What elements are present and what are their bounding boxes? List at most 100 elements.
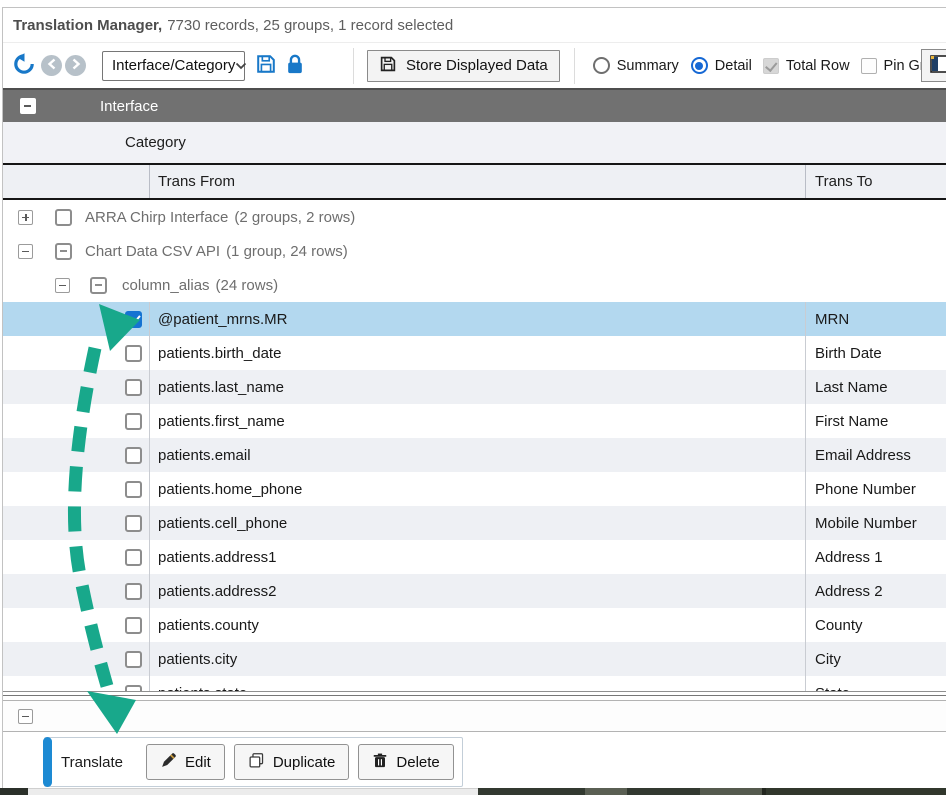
trans-to-cell: MRN [806, 302, 946, 336]
group-checkbox-indeterminate[interactable] [55, 243, 72, 260]
trans-to-cell: Address 2 [806, 574, 946, 608]
trash-icon [372, 752, 388, 773]
column-layout-icon [930, 55, 946, 76]
taskbar-segment [766, 788, 946, 795]
trans-to-column-header[interactable]: Trans To [806, 165, 946, 198]
trans-to-cell: Email Address [806, 438, 946, 472]
trans-to-header-label: Trans To [815, 173, 873, 190]
table-row[interactable]: patients.birth_date Birth Date [3, 336, 946, 370]
table-row[interactable]: patients.city City [3, 642, 946, 676]
group-meta: (1 group, 24 rows) [226, 243, 348, 260]
table-row[interactable]: patients.address1 Address 1 [3, 540, 946, 574]
table-row[interactable]: patients.last_name Last Name [3, 370, 946, 404]
trans-from-cell: patients.email [150, 438, 806, 472]
category-header-label: Category [125, 134, 186, 151]
trans-from-cell: @patient_mrns.MR [150, 302, 806, 336]
table-row[interactable]: patients.home_phone Phone Number [3, 472, 946, 506]
detail-radio-label: Detail [715, 58, 752, 74]
group-checkbox[interactable] [55, 209, 72, 226]
summary-radio[interactable]: Summary [593, 57, 679, 74]
trans-from-value: patients.home_phone [158, 481, 302, 498]
collapse-minus-icon[interactable] [55, 278, 70, 293]
trans-to-cell: Birth Date [806, 336, 946, 370]
table-row[interactable]: patients.address2 Address 2 [3, 574, 946, 608]
trans-from-value: @patient_mrns.MR [158, 311, 287, 328]
table-row[interactable]: patients.county County [3, 608, 946, 642]
table-row[interactable]: patients.first_name First Name [3, 404, 946, 438]
table-row[interactable]: patients.email Email Address [3, 438, 946, 472]
row-checkbox[interactable] [125, 549, 142, 566]
taskbar-segment [28, 788, 478, 795]
translate-panel-label: Translate [61, 754, 123, 771]
row-checkbox-cell [3, 608, 150, 642]
detail-radio[interactable]: Detail [691, 57, 752, 74]
trans-to-cell: Phone Number [806, 472, 946, 506]
trans-from-value: patients.address2 [158, 583, 276, 600]
lock-button[interactable] [285, 53, 305, 78]
collapse-minus-icon[interactable] [18, 709, 33, 724]
table-row-selected[interactable]: @patient_mrns.MR MRN [3, 302, 946, 336]
radio-icon [593, 57, 610, 74]
trans-from-cell: patients.county [150, 608, 806, 642]
store-displayed-data-label: Store Displayed Data [406, 57, 548, 74]
table-row-clipped[interactable]: patients.state State [3, 676, 946, 692]
group-meta: (24 rows) [216, 277, 279, 294]
row-checkbox[interactable] [125, 379, 142, 396]
row-checkbox-cell [3, 540, 150, 574]
trans-to-value: Email Address [815, 447, 911, 464]
refresh-button[interactable] [13, 53, 35, 78]
row-checkbox[interactable] [125, 583, 142, 600]
group-checkbox-indeterminate[interactable] [90, 277, 107, 294]
trans-from-value: patients.email [158, 447, 251, 464]
trans-to-value: County [815, 617, 863, 634]
save-button[interactable] [255, 53, 277, 78]
table-row[interactable]: patients.cell_phone Mobile Number [3, 506, 946, 540]
taskbar-strip [0, 788, 946, 795]
interface-header-label: Interface [100, 98, 158, 115]
collapse-minus-icon[interactable] [20, 98, 36, 114]
row-checkbox[interactable] [125, 617, 142, 634]
back-button[interactable] [41, 55, 62, 76]
trans-from-column-header[interactable]: Trans From [150, 165, 806, 198]
tree-row-chart-data-csv-api[interactable]: Chart Data CSV API (1 group, 24 rows) [3, 234, 946, 268]
trans-to-cell: Address 1 [806, 540, 946, 574]
toolbar: Interface/Category [3, 43, 946, 88]
tree-row-arra-chirp-interface[interactable]: ARRA Chirp Interface (2 groups, 2 rows) [3, 200, 946, 234]
trans-from-cell: patients.first_name [150, 404, 806, 438]
lock-icon [285, 53, 305, 78]
chevron-left-circle-icon [47, 58, 57, 73]
trans-from-value: patients.last_name [158, 379, 284, 396]
trans-from-cell: patients.state [150, 676, 806, 692]
collapse-minus-icon[interactable] [18, 244, 33, 259]
row-checkbox-cell [3, 642, 150, 676]
summary-radio-label: Summary [617, 58, 679, 74]
copy-icon [248, 752, 265, 773]
row-checkbox[interactable] [125, 515, 142, 532]
group-meta: (2 groups, 2 rows) [234, 209, 355, 226]
edit-button[interactable]: Edit [146, 744, 225, 780]
column-layout-button[interactable] [921, 49, 946, 82]
row-checkbox[interactable] [125, 481, 142, 498]
total-row-checkbox[interactable]: Total Row [763, 58, 850, 74]
tree-row-column-alias[interactable]: column_alias (24 rows) [3, 268, 946, 302]
duplicate-button[interactable]: Duplicate [234, 744, 350, 780]
trans-from-value: patients.birth_date [158, 345, 281, 362]
pencil-icon [160, 752, 177, 773]
forward-button[interactable] [65, 55, 86, 76]
row-checkbox-checked[interactable] [125, 311, 142, 328]
toolbar-divider [353, 48, 354, 84]
row-checkbox[interactable] [125, 413, 142, 430]
store-displayed-data-button[interactable]: Store Displayed Data [367, 50, 560, 82]
row-checkbox[interactable] [125, 345, 142, 362]
delete-button[interactable]: Delete [358, 744, 453, 780]
refresh-icon [13, 53, 35, 78]
row-checkbox[interactable] [125, 447, 142, 464]
row-checkbox-cell [3, 370, 150, 404]
grouping-select[interactable]: Interface/Category [102, 51, 245, 81]
trans-from-value: patients.city [158, 651, 237, 668]
total-row-label: Total Row [786, 58, 850, 74]
row-checkbox[interactable] [125, 651, 142, 668]
floppy-disk-icon [255, 53, 277, 78]
row-checkbox[interactable] [125, 685, 142, 693]
expand-plus-icon[interactable] [18, 210, 33, 225]
